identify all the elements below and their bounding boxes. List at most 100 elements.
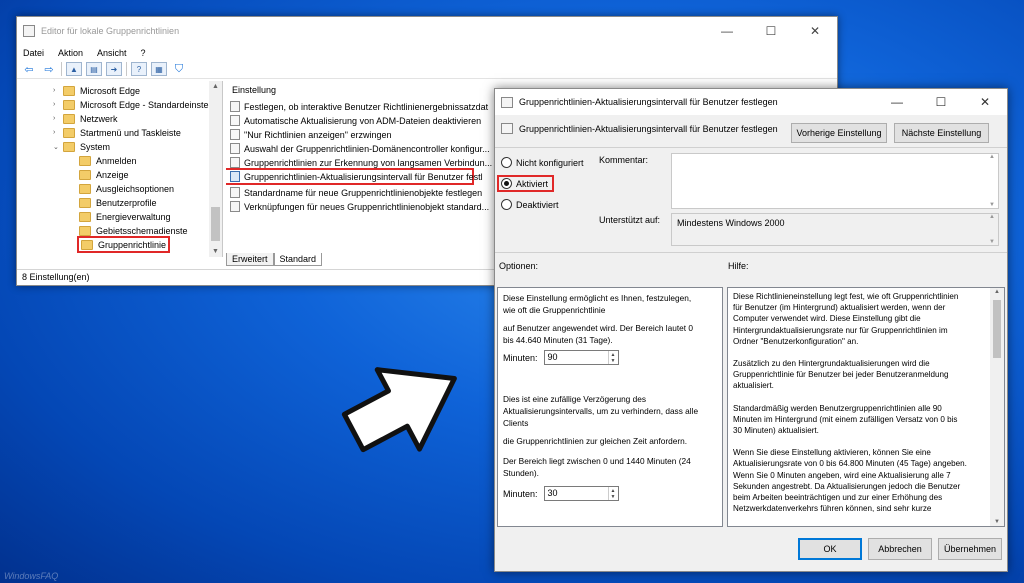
tree-item-gruppenrichtlinie[interactable]: Gruppenrichtlinie: [77, 236, 171, 253]
filter-icon[interactable]: ⛉: [171, 62, 187, 76]
list-item[interactable]: Automatische Aktualisierung von ADM-Date…: [226, 114, 481, 127]
options-text: die Gruppenrichtlinien zur gleichen Zeit…: [503, 436, 688, 446]
minutes-input[interactable]: 90 ▲ ▼: [543, 350, 619, 365]
tree-item[interactable]: › Startmenü und Taskleiste: [53, 126, 181, 139]
ok-button[interactable]: OK: [798, 538, 862, 560]
close-icon[interactable]: ✕: [793, 24, 837, 38]
properties-icon[interactable]: ▦: [151, 62, 167, 76]
supported-scrollbar[interactable]: ▲ ▼: [986, 214, 998, 245]
chevron-right-icon[interactable]: ›: [53, 115, 63, 122]
comment-textarea[interactable]: ▲ ▼: [671, 153, 999, 209]
list-item-selected[interactable]: Gruppenrichtlinien-Aktualisierungsinterv…: [226, 168, 483, 185]
tree-item[interactable]: Ausgleichsoptionen: [69, 182, 174, 195]
apply-button[interactable]: Übernehmen: [938, 538, 1002, 560]
back-arrow-icon[interactable]: ⇦: [21, 62, 37, 76]
help-panel: Diese Richtlinieneinstellung legt fest, …: [727, 287, 1005, 527]
comment-scrollbar[interactable]: ▲ ▼: [986, 154, 998, 208]
menu-aktion[interactable]: Aktion: [58, 48, 83, 58]
options-text: auf Benutzer angewendet wird. Der Bereic…: [503, 323, 694, 333]
list-item[interactable]: Standardname für neue Gruppenrichtlinien…: [226, 186, 482, 199]
next-setting-button[interactable]: Nächste Einstellung: [894, 123, 989, 143]
scroll-down-icon[interactable]: ▼: [990, 519, 1004, 525]
help-scrollbar[interactable]: ▲ ▼: [990, 288, 1004, 526]
menu-help[interactable]: ?: [141, 48, 146, 58]
tree-item[interactable]: Benutzerprofile: [69, 196, 157, 209]
spinner-arrows-icon[interactable]: ▲ ▼: [607, 487, 618, 500]
scroll-up-icon[interactable]: ▲: [209, 83, 222, 90]
help-icon[interactable]: ?: [131, 62, 147, 76]
scroll-thumb[interactable]: [993, 300, 1001, 358]
list-item-label: Verknüpfungen für neues Gruppenrichtlini…: [244, 201, 490, 212]
list-item[interactable]: Festlegen, ob interaktive Benutzer Richt…: [226, 100, 488, 113]
list-item-label: Gruppenrichtlinien-Aktualisierungsinterv…: [244, 171, 483, 182]
scroll-down-icon[interactable]: ▼: [989, 239, 995, 245]
radio-enabled[interactable]: Aktiviert: [497, 175, 555, 192]
scroll-down-icon[interactable]: ▼: [209, 248, 222, 255]
previous-setting-button[interactable]: Vorherige Einstellung: [791, 123, 887, 143]
forward-arrow-icon[interactable]: ⇨: [41, 62, 57, 76]
scroll-thumb[interactable]: [211, 207, 220, 241]
menu-ansicht[interactable]: Ansicht: [97, 48, 127, 58]
cancel-button[interactable]: Abbrechen: [868, 538, 932, 560]
minutes-value: 30: [547, 488, 558, 498]
tree-scrollbar[interactable]: ▲ ▼: [209, 81, 222, 257]
tree-item-label: Microsoft Edge: [80, 85, 141, 96]
maximize-icon[interactable]: ☐: [749, 24, 793, 38]
supported-label: Unterstützt auf:: [599, 215, 661, 225]
list-item-label: Festlegen, ob interaktive Benutzer Richt…: [244, 101, 489, 112]
tree-item-label: Anzeige: [96, 169, 129, 180]
help-line: für Benutzer (im Hintergrund) aktualisie…: [733, 303, 946, 313]
minutes-label: Minuten:: [503, 488, 538, 499]
tree-item[interactable]: › Netzwerk: [53, 112, 118, 125]
menu-datei[interactable]: Datei: [23, 48, 44, 58]
help-line: Diese Richtlinieneinstellung legt fest, …: [733, 292, 959, 301]
supported-on-field: Mindestens Windows 2000 ▲ ▼: [671, 213, 999, 246]
chevron-right-icon[interactable]: ›: [53, 87, 63, 94]
folder-icon: [79, 197, 91, 208]
export-list-icon[interactable]: ➜: [106, 62, 122, 76]
radio-selected-icon[interactable]: [501, 178, 512, 189]
list-item-label: Auswahl der Gruppenrichtlinien-Domänenco…: [244, 143, 490, 154]
tree-item[interactable]: Anzeige: [69, 168, 129, 181]
watermark: WindowsFAQ: [4, 571, 59, 581]
tree-item[interactable]: Anmelden: [69, 154, 137, 167]
scroll-down-icon[interactable]: ▼: [989, 202, 995, 208]
scroll-up-icon[interactable]: ▲: [989, 154, 995, 160]
radio-circle-icon[interactable]: [501, 157, 512, 168]
minimize-icon[interactable]: —: [705, 24, 749, 38]
chevron-right-icon[interactable]: ›: [53, 101, 63, 108]
spinner-arrows-icon[interactable]: ▲ ▼: [607, 351, 618, 364]
radio-circle-icon[interactable]: [501, 199, 512, 210]
pointer-arrow-icon: [341, 367, 457, 453]
tab-standard[interactable]: Standard: [273, 253, 323, 266]
show-hide-tree-icon[interactable]: ▤: [86, 62, 102, 76]
list-item[interactable]: "Nur Richtlinien anzeigen" erzwingen: [226, 128, 391, 141]
minutes-input-2[interactable]: 30 ▲ ▼: [543, 486, 619, 501]
list-item[interactable]: Auswahl der Gruppenrichtlinien-Domänenco…: [226, 142, 490, 155]
maximize-icon[interactable]: ☐: [919, 95, 963, 109]
policy-icon: [501, 123, 513, 134]
radio-label: Deaktiviert: [516, 199, 559, 210]
scroll-up-icon[interactable]: ▲: [990, 289, 1004, 295]
chevron-right-icon[interactable]: ›: [53, 129, 63, 136]
help-line: Aktualisierungsrate von 0 bis 64.800 Min…: [733, 459, 967, 469]
scroll-up-icon[interactable]: ▲: [989, 214, 995, 220]
list-item-label: Gruppenrichtlinien zur Erkennung von lan…: [244, 157, 493, 168]
tab-erweitert[interactable]: Erweitert: [226, 253, 274, 266]
tree-item[interactable]: › Microsoft Edge - Standardeinste: [53, 98, 209, 111]
tree-item-system[interactable]: ⌄ System: [53, 140, 110, 153]
radio-not-configured[interactable]: Nicht konfiguriert: [501, 157, 584, 168]
tree-item[interactable]: Energieverwaltung: [69, 210, 171, 223]
title-bar: Editor für lokale Gruppenrichtlinien — ☐…: [17, 17, 837, 45]
chevron-down-icon[interactable]: ⌄: [53, 143, 63, 151]
tree-item[interactable]: › Microsoft Edge: [53, 84, 140, 97]
minimize-icon[interactable]: —: [875, 95, 919, 109]
list-item[interactable]: Verknüpfungen für neues Gruppenrichtlini…: [226, 200, 489, 213]
help-line: Netzwerkdatenverkehrs führen können, sin…: [733, 504, 932, 514]
policy-icon: [230, 157, 240, 168]
close-icon[interactable]: ✕: [963, 95, 1007, 109]
radio-disabled[interactable]: Deaktiviert: [501, 199, 559, 210]
dialog-title-bar: Gruppenrichtlinien-Aktualisierungsinterv…: [495, 89, 1007, 115]
header-divider: [495, 147, 1007, 148]
up-folder-icon[interactable]: ▲: [66, 62, 82, 76]
